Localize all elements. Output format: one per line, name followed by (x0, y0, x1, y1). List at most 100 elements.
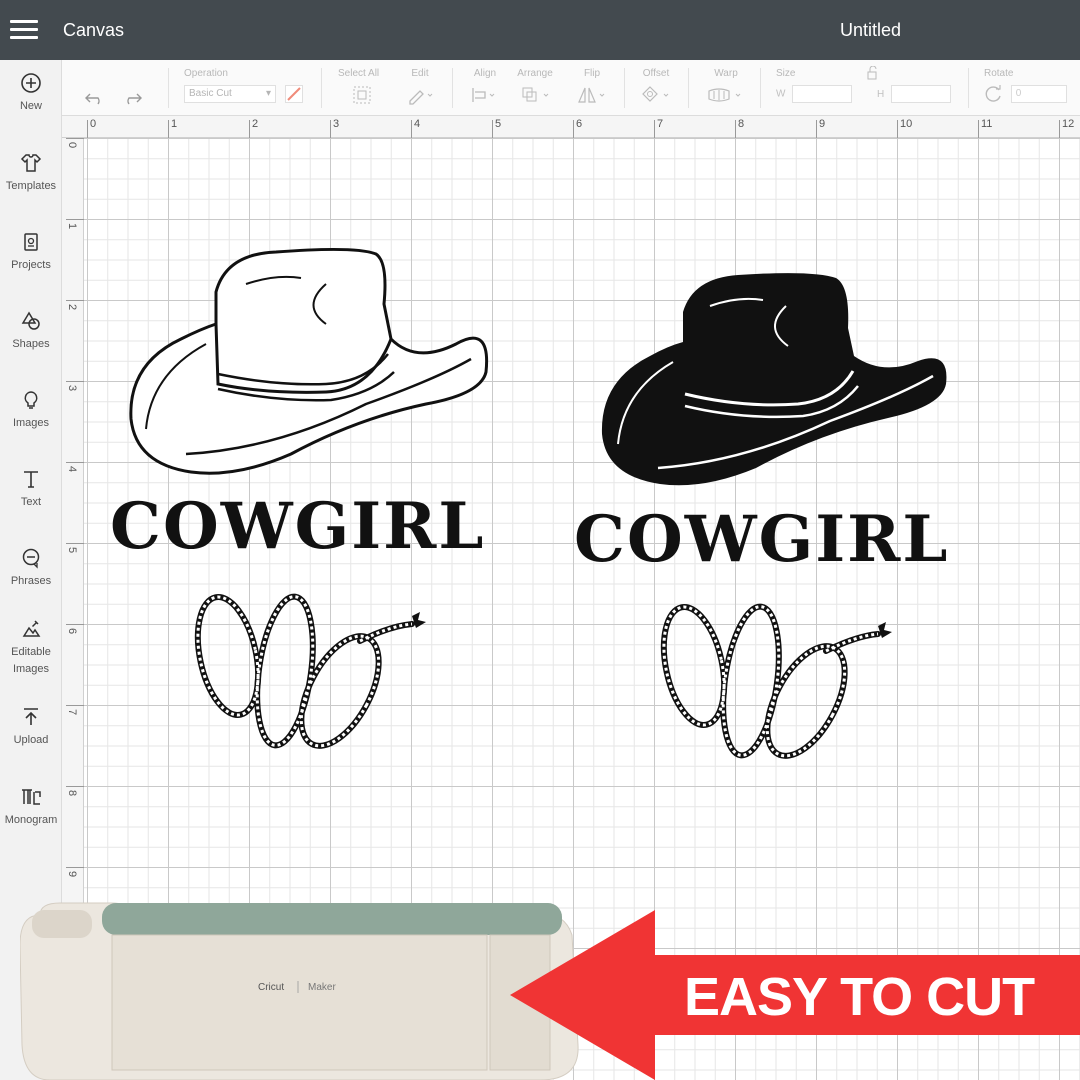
offset-label: Offset (642, 68, 670, 79)
ruler-tick (66, 543, 84, 544)
flip-icon (578, 87, 605, 103)
monogram-icon (22, 789, 41, 805)
warp-group[interactable]: Warp (706, 68, 746, 108)
height-input[interactable] (891, 85, 952, 103)
sidebar-item-phrases[interactable]: Phrases (0, 547, 62, 590)
ruler-tick (735, 120, 736, 138)
align-icon (472, 88, 495, 102)
ruler-left-number: 7 (66, 709, 78, 716)
size-w-label: W (776, 88, 786, 100)
ruler-left-number: 0 (66, 142, 78, 149)
ruler-left-number: 3 (66, 385, 78, 392)
ruler-tick (330, 120, 331, 138)
filled-cowboy-hat[interactable] (598, 266, 950, 491)
rotate-icon (985, 85, 1001, 102)
size-h-label: H (877, 88, 885, 100)
outline-cowboy-hat[interactable] (126, 244, 496, 479)
cricut-maker-machine: Cricut Maker (20, 902, 579, 1080)
align-group[interactable]: Align (470, 68, 500, 108)
horizontal-ruler: 0 1 2 3 4 5 6 7 8 9 10 11 12 (62, 116, 1080, 138)
operation-select[interactable]: Basic Cut ▾ (184, 85, 276, 103)
shirt-icon (20, 154, 42, 172)
edit-label: Edit (411, 68, 429, 79)
ruler-tick (66, 705, 84, 706)
warp-icon (708, 88, 741, 102)
offset-group[interactable]: Offset (640, 68, 672, 108)
arrange-group[interactable]: Arrange (516, 68, 554, 108)
ruler-tick (66, 462, 84, 463)
shapes-icon (21, 311, 40, 330)
ruler-tick (66, 786, 84, 787)
ruler-top-number: 3 (333, 118, 340, 130)
sidebar-item-images[interactable]: Images (0, 389, 62, 432)
document-title[interactable]: Untitled (840, 20, 901, 41)
align-label: Align (473, 68, 497, 79)
ruler-left-number: 2 (66, 304, 78, 311)
sidebar-item-shapes[interactable]: Shapes (0, 310, 62, 353)
ruler-top-number: 12 (1062, 118, 1075, 130)
arrange-icon (522, 87, 549, 102)
ruler-tick (492, 120, 493, 138)
sidebar-item-projects[interactable]: Projects (0, 231, 62, 274)
ruler-top-number: 9 (819, 118, 826, 130)
line-color-icon[interactable] (284, 85, 303, 103)
pencil-icon (409, 90, 433, 105)
ruler-tick (66, 381, 84, 382)
sidebar-item-editable-images[interactable]: Editable Images (0, 618, 62, 678)
flip-label: Flip (583, 68, 601, 79)
warp-label: Warp (714, 68, 738, 79)
ruler-left-number: 9 (66, 871, 78, 878)
ruler-tick (897, 120, 898, 138)
right-cowgirl-text[interactable]: COWGIRL (574, 502, 949, 577)
sidebar-label-upload: Upload (13, 734, 49, 746)
width-input[interactable] (792, 85, 853, 103)
ruler-tick (66, 300, 84, 301)
edit-group[interactable]: Edit (406, 68, 434, 108)
left-cowgirl-text[interactable]: COWGIRL (110, 489, 485, 564)
lock-aspect-icon[interactable] (866, 65, 880, 83)
operation-label: Operation (184, 68, 228, 79)
sidebar-label-phrases: Phrases (10, 575, 52, 587)
ruler-top-number: 6 (576, 118, 583, 130)
ruler-tick (66, 138, 84, 139)
ruler-tick (1059, 120, 1060, 138)
sidebar-label-shapes: Shapes (12, 338, 50, 350)
ruler-top-number: 11 (981, 118, 993, 130)
sidebar-label-monogram: Monogram (4, 814, 58, 826)
ruler-top-number: 1 (171, 118, 178, 130)
ruler-tick (249, 120, 250, 138)
ruler-left-number: 8 (66, 790, 78, 797)
select-all-icon (353, 86, 371, 104)
sidebar-item-templates[interactable]: Templates (0, 152, 62, 195)
size-label: Size (776, 68, 796, 79)
ruler-top-number: 8 (738, 118, 745, 130)
ruler-tick (66, 219, 84, 220)
ruler-left-number: 4 (66, 466, 78, 473)
ruler-tick (411, 120, 412, 138)
edit-toolbar: Operation Basic Cut ▾ Select All Edit Ali… (62, 60, 1080, 116)
redo-icon[interactable] (121, 90, 143, 106)
flip-group[interactable]: Flip (576, 68, 608, 108)
sidebar-item-new[interactable]: New (0, 72, 62, 115)
select-all-group[interactable]: Select All (338, 68, 379, 108)
ruler-top-number: 10 (900, 118, 913, 130)
rotate-input[interactable]: 0 (1010, 85, 1067, 103)
ruler-left-number: 1 (66, 223, 78, 230)
offset-icon (642, 86, 669, 102)
sidebar-item-upload[interactable]: Upload (0, 706, 62, 749)
ruler-top-number: 2 (252, 118, 259, 130)
menu-icon[interactable] (10, 20, 38, 40)
undo-icon[interactable] (84, 90, 106, 106)
sidebar-item-monogram[interactable]: Monogram (0, 786, 62, 829)
sidebar-label-images: Images (12, 417, 50, 429)
filled-lasso[interactable] (656, 596, 896, 771)
operation-group: Operation Basic Cut ▾ (184, 68, 303, 103)
rotate-group: Rotate 0 (984, 68, 1067, 103)
arrange-label: Arrange (517, 68, 553, 79)
sidebar-label-templates: Templates (5, 180, 57, 192)
sidebar-item-text[interactable]: Text (0, 468, 62, 511)
outline-lasso[interactable] (190, 586, 430, 761)
sidebar-label-text: Text (20, 496, 42, 508)
sidebar-label-new: New (19, 100, 42, 112)
editable-images-icon (22, 620, 41, 637)
